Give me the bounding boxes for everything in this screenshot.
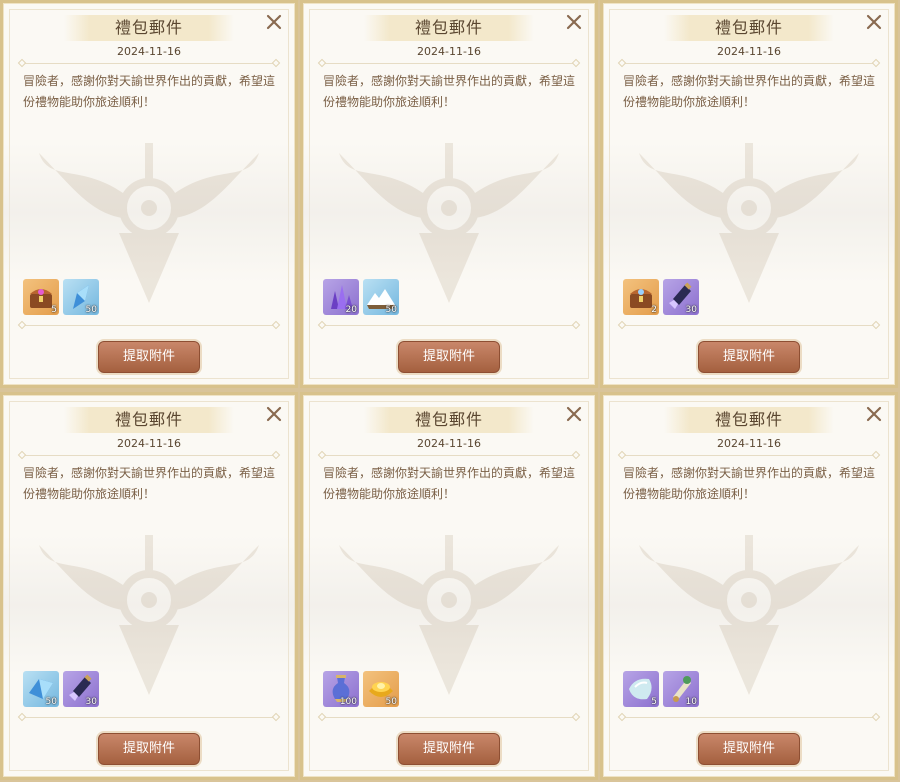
mail-title-banner: 禮包郵件 (364, 15, 534, 41)
close-icon[interactable] (265, 13, 283, 31)
mail-title: 禮包郵件 (114, 18, 183, 37)
attachment-quantity: 30 (685, 305, 697, 315)
divider (17, 320, 281, 330)
attachment-list: 20 50 (323, 279, 399, 315)
attachment-quantity: 50 (85, 305, 97, 315)
mail-panel: 禮包郵件 2024-11-16 冒險者，感謝你對天諭世界作出的貢獻，希望這份禮物… (0, 0, 298, 388)
divider (317, 58, 581, 68)
mail-title-banner: 禮包郵件 (664, 15, 834, 41)
divider (317, 450, 581, 460)
mail-title: 禮包郵件 (414, 18, 483, 37)
claim-attachment-button[interactable]: 提取附件 (398, 341, 500, 373)
divider (317, 712, 581, 722)
mail-title: 禮包郵件 (714, 18, 783, 37)
attachment-quantity: 20 (345, 305, 357, 315)
mail-date: 2024-11-16 (717, 437, 781, 450)
divider (17, 58, 281, 68)
close-icon[interactable] (565, 405, 583, 423)
claim-attachment-button[interactable]: 提取附件 (398, 733, 500, 765)
claim-attachment-button[interactable]: 提取附件 (98, 733, 200, 765)
divider (17, 712, 281, 722)
attachment-quantity: 50 (385, 305, 397, 315)
mail-title-banner: 禮包郵件 (364, 407, 534, 433)
attachment-quantity: 2 (651, 305, 657, 315)
mail-panel: 禮包郵件 2024-11-16 冒險者，感謝你對天諭世界作出的貢獻，希望這份禮物… (600, 0, 898, 388)
attachment-item[interactable]: 50 (63, 279, 99, 315)
close-icon[interactable] (265, 405, 283, 423)
mail-date: 2024-11-16 (117, 437, 181, 450)
divider (617, 58, 881, 68)
mail-title: 禮包郵件 (114, 410, 183, 429)
divider (617, 320, 881, 330)
attachment-quantity: 50 (45, 697, 57, 707)
close-icon[interactable] (865, 13, 883, 31)
mail-body: 冒險者，感謝你對天諭世界作出的貢獻，希望這份禮物能助你旅途順利！ (623, 74, 876, 109)
attachment-item[interactable]: 50 (363, 279, 399, 315)
attachment-item[interactable]: 50 (363, 671, 399, 707)
attachment-item[interactable]: 5 (623, 671, 659, 707)
mail-date: 2024-11-16 (417, 45, 481, 58)
mail-title-banner: 禮包郵件 (64, 407, 234, 433)
attachment-item[interactable]: 30 (663, 279, 699, 315)
divider (617, 712, 881, 722)
mail-body: 冒險者，感謝你對天諭世界作出的貢獻，希望這份禮物能助你旅途順利！ (323, 74, 576, 109)
mail-panel: 禮包郵件 2024-11-16 冒險者，感謝你對天諭世界作出的貢獻，希望這份禮物… (600, 392, 898, 780)
mail-date: 2024-11-16 (117, 45, 181, 58)
mail-date: 2024-11-16 (717, 45, 781, 58)
mail-date: 2024-11-16 (417, 437, 481, 450)
attachment-item[interactable]: 30 (63, 671, 99, 707)
mail-body: 冒險者，感謝你對天諭世界作出的貢獻，希望這份禮物能助你旅途順利！ (23, 466, 276, 501)
divider (317, 320, 581, 330)
attachment-item[interactable]: 2 (623, 279, 659, 315)
mail-panel-grid: 禮包郵件 2024-11-16 冒險者，感謝你對天諭世界作出的貢獻，希望這份禮物… (0, 0, 900, 782)
mail-title-banner: 禮包郵件 (664, 407, 834, 433)
attachment-item[interactable]: 5 (23, 279, 59, 315)
claim-attachment-button[interactable]: 提取附件 (698, 733, 800, 765)
attachment-quantity: 10 (685, 697, 697, 707)
attachment-item[interactable]: 50 (23, 671, 59, 707)
attachment-list: 5 10 (623, 671, 699, 707)
mail-panel: 禮包郵件 2024-11-16 冒險者，感謝你對天諭世界作出的貢獻，希望這份禮物… (300, 0, 598, 388)
mail-title: 禮包郵件 (414, 410, 483, 429)
attachment-quantity: 5 (51, 305, 57, 315)
attachment-list: 5 50 (23, 279, 99, 315)
divider (17, 450, 281, 460)
mail-body: 冒險者，感謝你對天諭世界作出的貢獻，希望這份禮物能助你旅途順利！ (623, 466, 876, 501)
mail-body: 冒險者，感謝你對天諭世界作出的貢獻，希望這份禮物能助你旅途順利！ (23, 74, 276, 109)
attachment-quantity: 5 (651, 697, 657, 707)
attachment-quantity: 30 (85, 697, 97, 707)
attachment-list: 50 30 (23, 671, 99, 707)
mail-body: 冒險者，感謝你對天諭世界作出的貢獻，希望這份禮物能助你旅途順利！ (323, 466, 576, 501)
close-icon[interactable] (865, 405, 883, 423)
attachment-item[interactable]: 20 (323, 279, 359, 315)
divider (617, 450, 881, 460)
attachment-quantity: 100 (339, 697, 357, 707)
attachment-item[interactable]: 100 (323, 671, 359, 707)
attachment-list: 100 50 (323, 671, 399, 707)
attachment-item[interactable]: 10 (663, 671, 699, 707)
claim-attachment-button[interactable]: 提取附件 (98, 341, 200, 373)
mail-title-banner: 禮包郵件 (64, 15, 234, 41)
claim-attachment-button[interactable]: 提取附件 (698, 341, 800, 373)
mail-title: 禮包郵件 (714, 410, 783, 429)
close-icon[interactable] (565, 13, 583, 31)
attachment-list: 2 30 (623, 279, 699, 315)
mail-panel: 禮包郵件 2024-11-16 冒險者，感謝你對天諭世界作出的貢獻，希望這份禮物… (300, 392, 598, 780)
mail-panel: 禮包郵件 2024-11-16 冒險者，感謝你對天諭世界作出的貢獻，希望這份禮物… (0, 392, 298, 780)
attachment-quantity: 50 (385, 697, 397, 707)
